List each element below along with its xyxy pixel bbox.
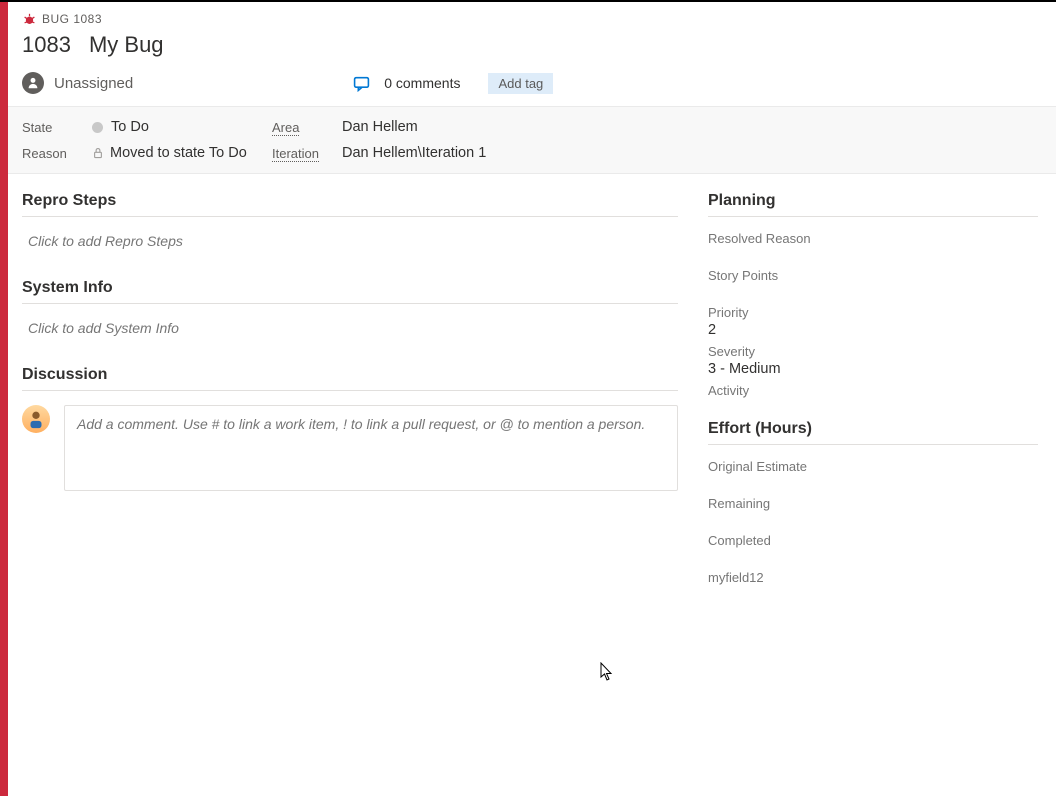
work-item-title[interactable]: My Bug [89, 32, 164, 58]
completed-label: Completed [708, 533, 1038, 548]
assignee-icon[interactable] [22, 72, 44, 94]
divider [708, 216, 1038, 217]
priority-label: Priority [708, 305, 1038, 320]
type-row: BUG 1083 [22, 12, 1038, 26]
severity-field[interactable]: Severity 3 - Medium [708, 344, 1038, 377]
classification-panel: State To Do Area Dan Hellem Reason Moved… [0, 106, 1056, 174]
effort-section: Effort (Hours) Original Estimate Remaini… [708, 420, 1038, 585]
repro-steps-placeholder[interactable]: Click to add Repro Steps [22, 231, 678, 251]
priority-value: 2 [708, 322, 1038, 338]
cursor-icon [600, 662, 614, 682]
myfield12-label: myfield12 [708, 570, 1038, 585]
state-text: To Do [111, 119, 149, 135]
planning-section: Planning Resolved Reason Story Points Pr… [708, 192, 1038, 398]
discussion-title: Discussion [22, 366, 678, 384]
priority-field[interactable]: Priority 2 [708, 305, 1038, 338]
iteration-label: Iteration [272, 146, 342, 161]
state-dot-icon [92, 122, 103, 133]
body: Repro Steps Click to add Repro Steps Sys… [0, 174, 1056, 607]
side-column: Planning Resolved Reason Story Points Pr… [708, 174, 1038, 607]
comments-count[interactable]: 0 comments [384, 75, 460, 91]
avatar [22, 405, 50, 433]
bug-icon [22, 12, 36, 26]
remaining-label: Remaining [708, 496, 1038, 511]
meta-row: Unassigned 0 comments Add tag [22, 72, 1038, 94]
comment-input[interactable] [64, 405, 678, 491]
main-column: Repro Steps Click to add Repro Steps Sys… [22, 174, 708, 607]
work-item-id: 1083 [22, 32, 71, 58]
activity-label: Activity [708, 383, 1038, 398]
state-value[interactable]: To Do [92, 119, 272, 135]
divider [708, 444, 1038, 445]
area-label: Area [272, 120, 342, 135]
work-item-header: BUG 1083 1083 My Bug Unassigned 0 commen… [0, 2, 1056, 106]
original-estimate-label: Original Estimate [708, 459, 1038, 474]
system-info-title: System Info [22, 279, 678, 297]
lock-icon [92, 147, 104, 159]
reason-label: Reason [22, 146, 92, 161]
title-row: 1083 My Bug [22, 32, 1038, 58]
repro-steps-title: Repro Steps [22, 192, 678, 210]
story-points-label: Story Points [708, 268, 1038, 283]
state-label: State [22, 120, 92, 135]
severity-value: 3 - Medium [708, 361, 1038, 377]
completed-field[interactable]: Completed [708, 533, 1038, 548]
discussion-row [22, 405, 678, 491]
resolved-reason-label: Resolved Reason [708, 231, 1038, 246]
assignee-name[interactable]: Unassigned [54, 75, 133, 92]
effort-title: Effort (Hours) [708, 420, 1038, 438]
system-info-placeholder[interactable]: Click to add System Info [22, 318, 678, 338]
type-color-bar [0, 2, 8, 796]
severity-label: Severity [708, 344, 1038, 359]
resolved-reason-field[interactable]: Resolved Reason [708, 231, 1038, 246]
divider [22, 303, 678, 304]
comments-icon[interactable] [353, 75, 370, 92]
reason-value[interactable]: Moved to state To Do [92, 145, 272, 161]
story-points-field[interactable]: Story Points [708, 268, 1038, 283]
divider [22, 390, 678, 391]
activity-field[interactable]: Activity [708, 383, 1038, 398]
original-estimate-field[interactable]: Original Estimate [708, 459, 1038, 474]
myfield12-field[interactable]: myfield12 [708, 570, 1038, 585]
divider [22, 216, 678, 217]
type-label[interactable]: BUG 1083 [42, 12, 102, 26]
remaining-field[interactable]: Remaining [708, 496, 1038, 511]
area-value[interactable]: Dan Hellem [342, 119, 1034, 135]
iteration-value[interactable]: Dan Hellem\Iteration 1 [342, 145, 1034, 161]
planning-title: Planning [708, 192, 1038, 210]
reason-text: Moved to state To Do [110, 145, 247, 161]
add-tag-button[interactable]: Add tag [488, 73, 553, 94]
